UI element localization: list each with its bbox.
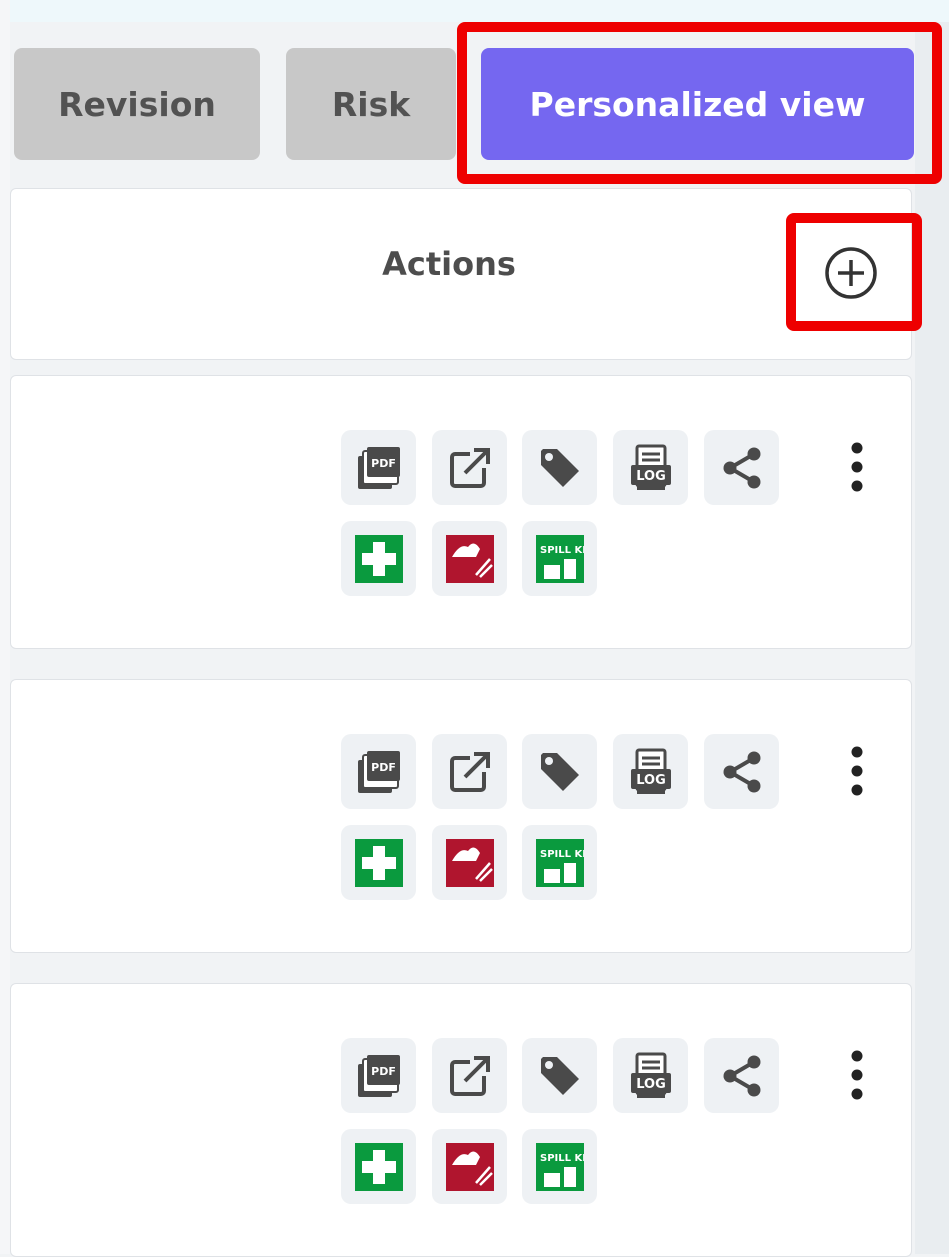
highlight-personalized-view xyxy=(457,22,942,184)
hazard-button[interactable] xyxy=(432,521,507,596)
share-icon xyxy=(723,751,760,792)
table-row: PDF LOG SPILL K xyxy=(10,679,912,953)
pdf-icon: PDF xyxy=(357,750,400,793)
more-options-button[interactable] xyxy=(837,1048,877,1104)
external-link-icon xyxy=(449,447,490,488)
spill-kit-icon: SPILL KIT xyxy=(535,534,584,583)
hazard-button[interactable] xyxy=(432,1129,507,1204)
plus-circle-icon xyxy=(825,247,877,299)
hazard-button[interactable] xyxy=(432,825,507,900)
first-aid-button[interactable] xyxy=(341,521,416,596)
share-button[interactable] xyxy=(704,1038,779,1113)
open-external-button[interactable] xyxy=(432,1038,507,1113)
log-icon: LOG xyxy=(630,748,671,794)
svg-text:SPILL KIT: SPILL KIT xyxy=(540,1153,584,1164)
open-external-button[interactable] xyxy=(432,430,507,505)
log-icon: LOG xyxy=(630,444,671,490)
table-header: Actions xyxy=(10,188,922,360)
flame-red-icon xyxy=(445,1142,494,1191)
flame-red-icon xyxy=(445,838,494,887)
share-button[interactable] xyxy=(704,734,779,809)
tag-button[interactable] xyxy=(522,1038,597,1113)
log-icon: LOG xyxy=(630,1052,671,1098)
svg-text:LOG: LOG xyxy=(636,773,666,788)
spill-kit-icon: SPILL KIT xyxy=(535,838,584,887)
tag-icon xyxy=(540,1056,579,1095)
svg-text:PDF: PDF xyxy=(371,1065,396,1078)
more-options-button[interactable] xyxy=(837,440,877,496)
tab-revision[interactable]: Revision xyxy=(14,48,260,160)
more-options-button[interactable] xyxy=(837,744,877,800)
tag-button[interactable] xyxy=(522,430,597,505)
add-column-wrapper xyxy=(786,213,922,331)
view-tabs: Revision Risk Personalized view xyxy=(0,22,949,192)
pdf-icon: PDF xyxy=(357,1054,400,1097)
add-column-button[interactable] xyxy=(824,246,878,300)
svg-text:PDF: PDF xyxy=(371,761,396,774)
spill-kit-button[interactable]: SPILL KIT xyxy=(522,825,597,900)
open-external-button[interactable] xyxy=(432,734,507,809)
tag-button[interactable] xyxy=(522,734,597,809)
share-icon xyxy=(723,1055,760,1096)
pdf-button[interactable]: PDF xyxy=(341,1038,416,1113)
svg-text:SPILL KIT: SPILL KIT xyxy=(540,545,584,556)
first-aid-icon xyxy=(354,1142,403,1191)
first-aid-button[interactable] xyxy=(341,825,416,900)
svg-text:LOG: LOG xyxy=(636,469,666,484)
more-vertical-icon xyxy=(851,746,863,796)
tag-icon xyxy=(540,448,579,487)
first-aid-icon xyxy=(354,534,403,583)
first-aid-button[interactable] xyxy=(341,1129,416,1204)
table-row: PDF LOG SPILL K xyxy=(10,375,912,649)
pdf-icon: PDF xyxy=(357,446,400,489)
pdf-button[interactable]: PDF xyxy=(341,734,416,809)
table-row: PDF LOG SPILL K xyxy=(10,983,912,1257)
share-button[interactable] xyxy=(704,430,779,505)
more-vertical-icon xyxy=(851,442,863,492)
top-strip xyxy=(0,0,949,22)
svg-text:PDF: PDF xyxy=(371,457,396,470)
svg-text:SPILL KIT: SPILL KIT xyxy=(540,849,584,860)
tab-risk[interactable]: Risk xyxy=(286,48,456,160)
more-vertical-icon xyxy=(851,1050,863,1100)
actions-column-header: Actions xyxy=(382,245,516,283)
first-aid-icon xyxy=(354,838,403,887)
external-link-icon xyxy=(449,751,490,792)
tag-icon xyxy=(540,752,579,791)
pdf-button[interactable]: PDF xyxy=(341,430,416,505)
log-button[interactable]: LOG xyxy=(613,430,688,505)
log-button[interactable]: LOG xyxy=(613,734,688,809)
right-scroll-gutter xyxy=(915,22,949,1254)
external-link-icon xyxy=(449,1055,490,1096)
svg-text:LOG: LOG xyxy=(636,1077,666,1092)
spill-kit-icon: SPILL KIT xyxy=(535,1142,584,1191)
spill-kit-button[interactable]: SPILL KIT xyxy=(522,1129,597,1204)
spill-kit-button[interactable]: SPILL KIT xyxy=(522,521,597,596)
share-icon xyxy=(723,447,760,488)
flame-red-icon xyxy=(445,534,494,583)
log-button[interactable]: LOG xyxy=(613,1038,688,1113)
